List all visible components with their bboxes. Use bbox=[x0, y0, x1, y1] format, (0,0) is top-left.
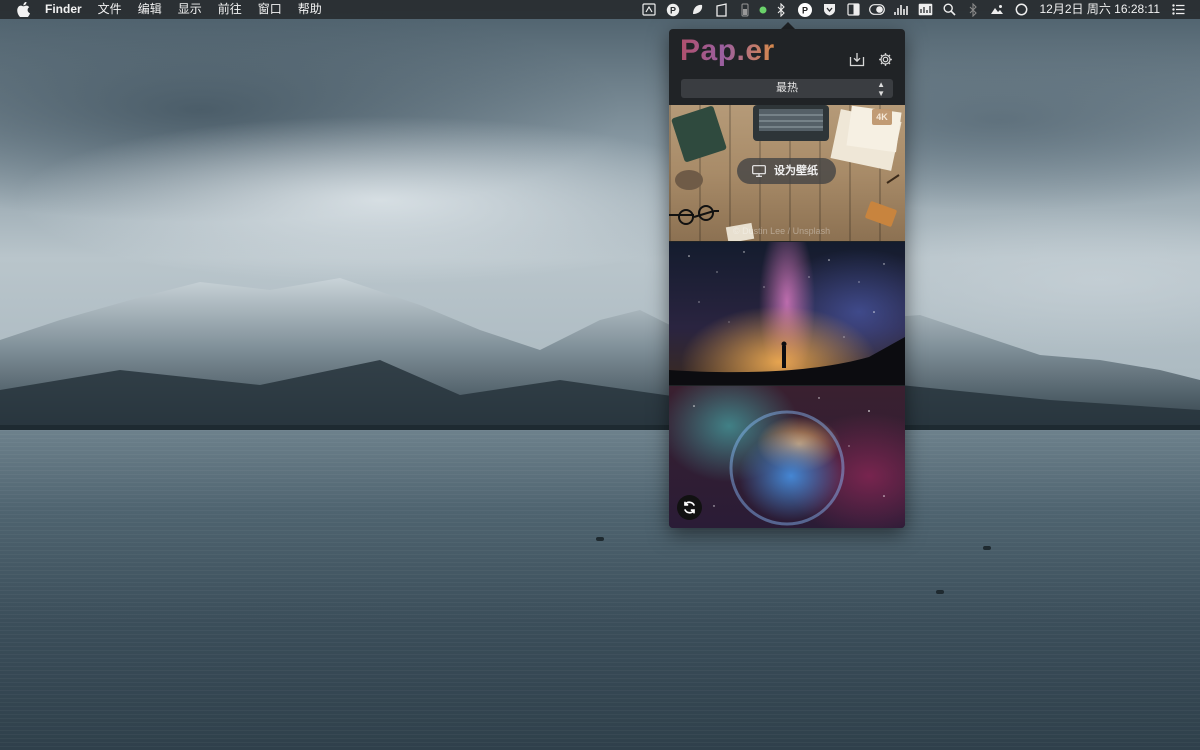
gear-icon[interactable] bbox=[876, 50, 894, 68]
select-arrows-icon: ▲ ▼ bbox=[877, 80, 885, 98]
wallpaper-thumbnail[interactable]: 4K 设为壁纸 © Dustin Lee / Unsplash bbox=[669, 105, 905, 241]
paper-app-icon[interactable]: P bbox=[793, 0, 817, 19]
leaf-icon[interactable] bbox=[685, 0, 709, 19]
duck bbox=[596, 537, 604, 541]
paper-logo: Pap.er bbox=[680, 34, 775, 67]
columns-icon[interactable] bbox=[841, 0, 865, 19]
monitor-icon bbox=[752, 165, 766, 177]
photo-icon[interactable] bbox=[985, 0, 1009, 19]
bluetooth-icon[interactable] bbox=[961, 0, 985, 19]
photo-credit: © Dustin Lee / Unsplash bbox=[733, 226, 831, 236]
set-as-wallpaper-label: 设为壁纸 bbox=[774, 165, 818, 177]
sort-select-value: 最热 bbox=[776, 82, 798, 94]
sort-select[interactable]: 最热 ▲ ▼ bbox=[681, 79, 893, 98]
popover-header: Pap.er 最热 ▲ ▼ bbox=[669, 29, 905, 105]
menu-help[interactable]: 帮助 bbox=[290, 0, 330, 19]
download-icon[interactable] bbox=[848, 50, 866, 68]
set-as-wallpaper-button[interactable]: 设为壁纸 bbox=[737, 158, 836, 184]
clipboard-icon[interactable] bbox=[709, 0, 733, 19]
menu-edit[interactable]: 编辑 bbox=[130, 0, 170, 19]
apple-menu-icon[interactable] bbox=[12, 2, 34, 17]
menu-bar: Finder 文件 编辑 显示 前往 窗口 帮助 P P 12月2日 周六 16… bbox=[0, 0, 1200, 19]
menu-window[interactable]: 窗口 bbox=[250, 0, 290, 19]
desktop-wallpaper bbox=[0, 0, 1200, 750]
refresh-icon bbox=[684, 501, 695, 514]
milky-way-illustration bbox=[669, 251, 905, 385]
menu-file[interactable]: 文件 bbox=[90, 0, 130, 19]
lake-water bbox=[0, 430, 1200, 750]
duck bbox=[936, 590, 944, 594]
svg-text:P: P bbox=[670, 5, 676, 15]
activity-icon[interactable] bbox=[889, 0, 913, 19]
screenshot-icon[interactable] bbox=[637, 0, 661, 19]
svg-text:P: P bbox=[802, 5, 808, 15]
menu-view[interactable]: 显示 bbox=[170, 0, 210, 19]
paper-popover: Pap.er 最热 ▲ ▼ 4K 设为壁纸 © Dustin Lee / Uns… bbox=[669, 29, 905, 528]
toggle-icon[interactable] bbox=[865, 0, 889, 19]
wallpaper-thumbnail[interactable] bbox=[669, 386, 905, 528]
menubar-clock[interactable]: 12月2日 周六 16:28:11 bbox=[1033, 0, 1166, 19]
shield-icon[interactable] bbox=[817, 0, 841, 19]
refresh-button[interactable] bbox=[677, 495, 702, 520]
battery-small-icon[interactable] bbox=[733, 0, 757, 19]
status-dot-icon[interactable] bbox=[757, 0, 769, 19]
menu-app-finder[interactable]: Finder bbox=[34, 0, 90, 19]
wallpaper-thumbnail[interactable] bbox=[669, 242, 905, 385]
notification-center-icon[interactable] bbox=[1166, 0, 1190, 19]
menu-go[interactable]: 前往 bbox=[210, 0, 250, 19]
istat-icon[interactable] bbox=[913, 0, 937, 19]
siri-icon[interactable] bbox=[1009, 0, 1033, 19]
pocket-p-icon[interactable]: P bbox=[661, 0, 685, 19]
bluetooth-icon[interactable] bbox=[769, 0, 793, 19]
nebula-illustration bbox=[693, 397, 885, 526]
4k-badge: 4K bbox=[872, 109, 892, 125]
spotlight-search-icon[interactable] bbox=[937, 0, 961, 19]
duck bbox=[983, 546, 991, 550]
snowy-mountains bbox=[0, 278, 1200, 435]
